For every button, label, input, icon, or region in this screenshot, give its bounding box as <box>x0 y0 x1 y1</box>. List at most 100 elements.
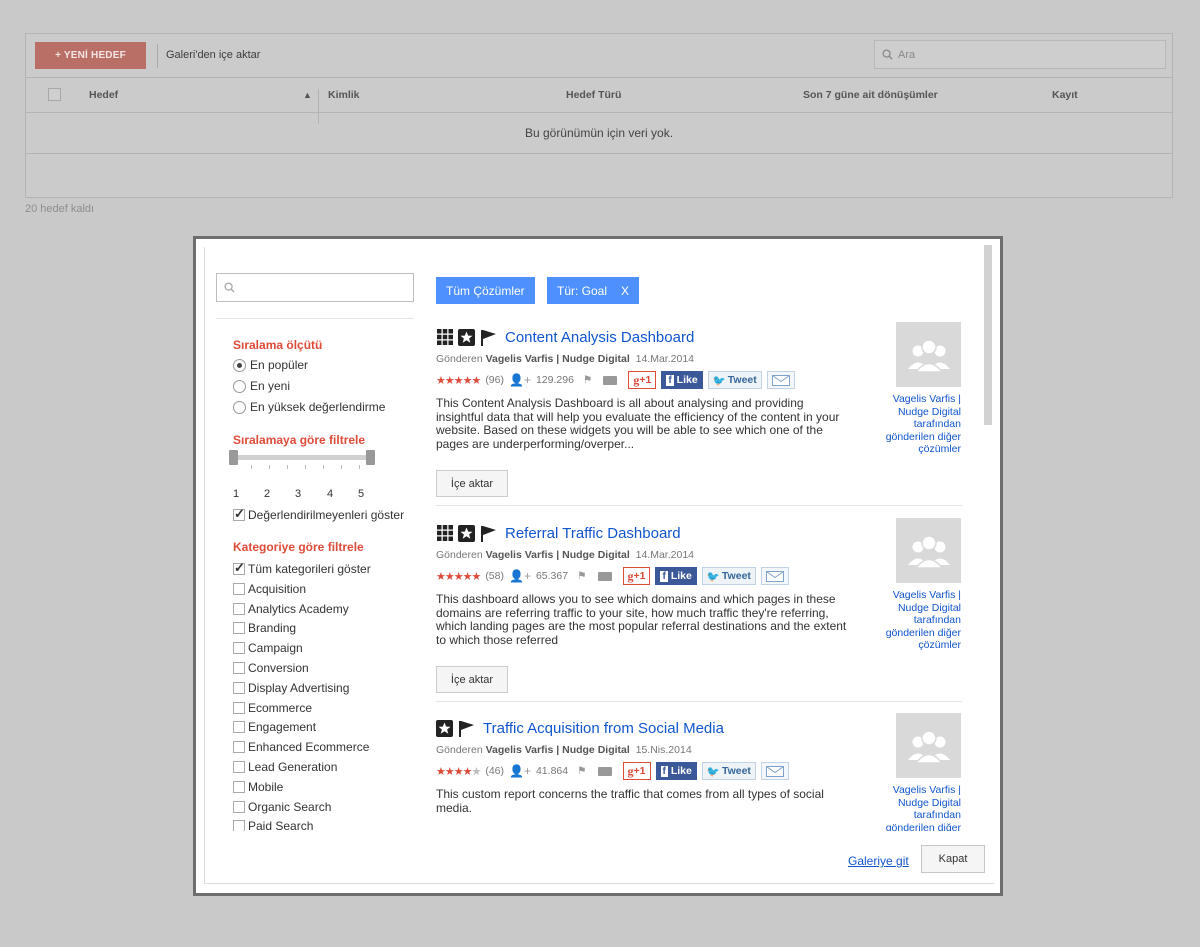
category-checkbox-paid-search[interactable]: Paid Search <box>233 819 313 831</box>
author-name[interactable]: Vagelis Varfis | Nudge Digital <box>486 353 630 365</box>
column-id[interactable]: Kimlik <box>328 89 360 101</box>
author-other-solutions-link[interactable]: Vagelis Varfis | Nudge Digital tarafında… <box>866 589 961 652</box>
column-goal-type[interactable]: Hedef Türü <box>566 89 621 101</box>
author-avatar <box>896 713 961 778</box>
category-checkbox-branding[interactable]: Branding <box>233 621 296 635</box>
google-plus-button[interactable]: g +1 <box>622 567 651 585</box>
author-name[interactable]: Vagelis Varfis | Nudge Digital <box>486 744 630 756</box>
tweet-button[interactable]: 🐦 Tweet <box>707 371 762 389</box>
google-plus-button[interactable]: g +1 <box>622 762 651 780</box>
checkbox[interactable] <box>233 642 245 655</box>
sort-option-newest[interactable]: En yeni <box>233 379 290 393</box>
category-checkbox-enhanced-ecommerce[interactable]: Enhanced Ecommerce <box>233 740 369 754</box>
solution-stats: ★★★★★ (46) 👤+ 41.864 ⚑ g +1 f Like 🐦 Tweet <box>436 762 962 780</box>
sort-heading: Sıralama ölçütü <box>233 338 323 352</box>
column-goal[interactable]: Hedef <box>89 89 118 101</box>
facebook-like-button[interactable]: f Like <box>655 762 697 780</box>
import-button[interactable]: İçe aktar <box>436 470 508 497</box>
solution-title-link[interactable]: Content Analysis Dashboard <box>505 329 694 346</box>
solution-title-link[interactable]: Traffic Acquisition from Social Media <box>483 720 724 737</box>
new-goal-button[interactable]: + YENİ HEDEF <box>35 42 146 69</box>
sort-option-popular[interactable]: En popüler <box>233 358 308 372</box>
submission-date: 14.Mar.2014 <box>635 353 695 365</box>
radio[interactable] <box>233 400 246 414</box>
category-checkbox-ecommerce[interactable]: Ecommerce <box>233 701 312 715</box>
email-share-icon[interactable] <box>766 371 795 389</box>
checkbox[interactable] <box>233 780 245 793</box>
tweet-button[interactable]: 🐦 Tweet <box>701 762 756 780</box>
checkbox[interactable] <box>233 602 245 615</box>
checkbox[interactable] <box>233 622 245 635</box>
facebook-like-button[interactable]: f Like <box>655 567 697 585</box>
rating-number-4: 4 <box>327 488 334 500</box>
import-button[interactable]: İçe aktar <box>436 666 508 693</box>
category-checkbox-acquisition[interactable]: Acquisition <box>233 582 306 596</box>
twitter-bird-icon: 🐦 <box>712 374 726 387</box>
column-conversions[interactable]: Son 7 güne ait dönüşümler <box>803 89 938 101</box>
checkbox[interactable] <box>233 582 245 595</box>
category-checkbox-campaign[interactable]: Campaign <box>233 641 303 655</box>
category-checkbox-display-advertising[interactable]: Display Advertising <box>233 681 349 695</box>
modal-scrollbar[interactable] <box>984 245 992 425</box>
google-plus-button[interactable]: g +1 <box>628 371 657 389</box>
category-checkbox-organic-search[interactable]: Organic Search <box>233 800 331 814</box>
tweet-button[interactable]: 🐦 Tweet <box>701 567 756 585</box>
rating-slider-max-handle[interactable] <box>366 450 375 465</box>
flag-icon[interactable]: ⚑ <box>583 374 592 386</box>
category-label: Ecommerce <box>248 700 313 715</box>
author-other-solutions-link[interactable]: Vagelis Varfis | Nudge Digital tarafında… <box>866 393 961 456</box>
category-checkbox-conversion[interactable]: Conversion <box>233 661 309 675</box>
email-share-icon[interactable] <box>760 762 789 780</box>
category-checkbox-engagement[interactable]: Engagement <box>233 720 316 734</box>
checkbox[interactable] <box>233 800 245 813</box>
checkbox[interactable] <box>233 701 245 714</box>
author-avatar <box>896 518 961 583</box>
column-record[interactable]: Kayıt <box>1052 89 1078 101</box>
sort-option-top-rated[interactable]: En yüksek değerlendirme <box>233 400 385 414</box>
tag-icon[interactable] <box>597 766 612 776</box>
sort-arrow-icon[interactable]: ▲ <box>303 90 312 100</box>
checkbox[interactable] <box>233 681 245 694</box>
solution-title-link[interactable]: Referral Traffic Dashboard <box>505 525 681 542</box>
tag-icon[interactable] <box>603 375 618 385</box>
tag-icon[interactable] <box>597 571 612 581</box>
category-checkbox-mobile[interactable]: Mobile <box>233 780 283 794</box>
checkbox[interactable] <box>233 560 245 576</box>
email-share-icon[interactable] <box>760 567 789 585</box>
like-label: Like <box>670 765 692 777</box>
radio[interactable] <box>233 379 246 393</box>
all-solutions-button[interactable]: Tüm Çözümler <box>436 277 535 304</box>
checkbox[interactable] <box>233 820 245 831</box>
rating-number-5: 5 <box>358 488 365 500</box>
type-goal-filter-chip[interactable]: Tür: Goal X <box>547 277 640 304</box>
radio-selected[interactable] <box>233 358 246 372</box>
go-to-gallery-link[interactable]: Galeriye git <box>848 854 909 868</box>
flag-icon[interactable]: ⚑ <box>577 765 586 777</box>
category-checkbox-lead-generation[interactable]: Lead Generation <box>233 760 337 774</box>
rating-slider-track[interactable] <box>233 455 373 460</box>
goals-search-input[interactable]: Ara <box>874 40 1166 69</box>
flag-icon[interactable]: ⚑ <box>577 570 586 582</box>
sidebar-divider <box>216 318 414 319</box>
show-unrated-checkbox[interactable]: Değerlendirilmeyenleri göster <box>233 506 404 522</box>
select-all-checkbox[interactable] <box>48 88 61 101</box>
checkbox[interactable] <box>233 662 245 674</box>
users-icon: 👤+ <box>509 764 531 778</box>
category-checkbox-analytics-academy[interactable]: Analytics Academy <box>233 602 349 616</box>
goal-flag-icon <box>458 720 475 737</box>
checkbox[interactable] <box>233 721 245 734</box>
gallery-search-input[interactable] <box>216 273 414 302</box>
category-label: Conversion <box>248 661 309 675</box>
checkbox[interactable] <box>233 741 245 754</box>
author-other-solutions-link[interactable]: Vagelis Varfis | Nudge Digital tarafında… <box>866 784 961 831</box>
checkbox[interactable] <box>233 761 245 773</box>
rating-slider-min-handle[interactable] <box>229 450 238 465</box>
category-checkbox-t-m-kategorileri-g-ster[interactable]: Tüm kategorileri göster <box>233 560 371 576</box>
import-from-gallery-link[interactable]: Galeri'den içe aktar <box>166 49 260 61</box>
remove-filter-icon[interactable]: X <box>621 284 629 298</box>
checkbox-checked[interactable] <box>233 506 245 522</box>
author-name[interactable]: Vagelis Varfis | Nudge Digital <box>486 549 630 561</box>
facebook-like-button[interactable]: f Like <box>661 371 703 389</box>
close-button[interactable]: Kapat <box>921 845 985 873</box>
goals-toolbar: + YENİ HEDEF Galeri'den içe aktar Ara <box>26 34 1172 78</box>
